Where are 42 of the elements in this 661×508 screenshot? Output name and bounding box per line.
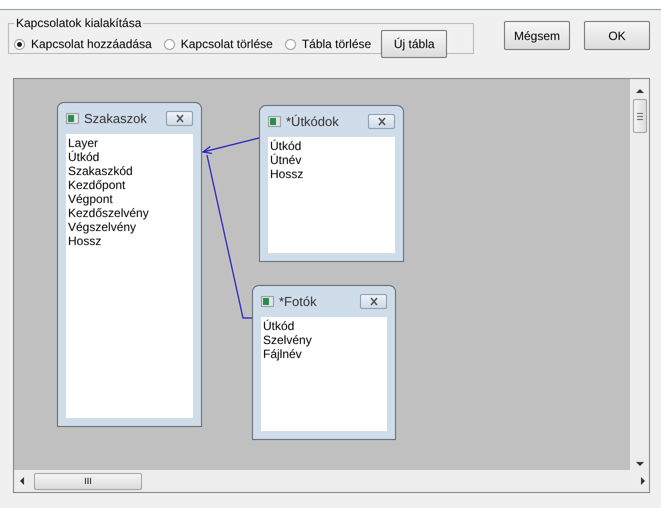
field-item[interactable]: Hossz — [270, 167, 393, 181]
field-item[interactable]: Kezdőszelvény — [68, 206, 191, 220]
field-item[interactable]: Végpont — [68, 192, 191, 206]
table-window[interactable]: Szakaszok Layer Útkód Szakaszkód Kezdőpont Végpont Kezdőszelvény Végszelvény Hossz — [57, 102, 202, 427]
field-item[interactable]: Kezdőpont — [68, 178, 191, 192]
field-item[interactable]: Hossz — [68, 234, 191, 248]
table-title: *Útkódok — [286, 114, 340, 129]
window-icon — [261, 296, 274, 307]
table-window[interactable]: *Fotók Útkód Szelvény Fájlnév — [252, 285, 396, 440]
scroll-down-icon[interactable] — [636, 462, 644, 466]
scroll-thumb[interactable]: III — [34, 472, 142, 490]
window-icon — [268, 116, 281, 127]
field-item[interactable]: Szakaszkód — [68, 164, 191, 178]
close-button[interactable] — [368, 114, 395, 129]
field-item[interactable]: Layer — [68, 136, 191, 150]
radio-label[interactable]: Kapcsolat törlése — [180, 37, 273, 51]
scroll-up-icon[interactable] — [636, 89, 644, 93]
scroll-thumb[interactable] — [632, 99, 646, 133]
scroll-left-icon[interactable] — [20, 477, 24, 485]
radio-label[interactable]: Kapcsolat hozzáadása — [31, 37, 152, 51]
window-icon — [66, 113, 79, 124]
field-item[interactable]: Útkód — [68, 150, 191, 164]
scroll-right-icon[interactable] — [641, 477, 645, 485]
group-title: Kapcsolatok kialakítása — [15, 16, 142, 30]
radio-button[interactable] — [14, 38, 25, 50]
close-button[interactable] — [360, 294, 387, 309]
radio-button[interactable] — [164, 38, 175, 50]
table-window[interactable]: *Útkódok Útkód Útnév Hossz — [259, 105, 404, 262]
field-item[interactable]: Útnév — [270, 153, 393, 167]
new-table-button[interactable]: Új tábla — [381, 30, 448, 58]
cancel-button[interactable]: Mégsem — [504, 21, 570, 50]
field-item[interactable]: Útkód — [270, 139, 393, 153]
field-item[interactable]: Útkód — [263, 319, 385, 333]
table-title: *Fotók — [279, 294, 318, 309]
field-item[interactable]: Végszelvény — [68, 220, 191, 234]
radio-label[interactable]: Tábla törlése — [302, 37, 372, 51]
field-item[interactable]: Fájlnév — [263, 347, 385, 361]
ok-button[interactable]: OK — [584, 21, 650, 50]
close-button[interactable] — [166, 111, 193, 126]
field-item[interactable]: Szelvény — [263, 333, 385, 347]
radio-button[interactable] — [284, 38, 296, 50]
table-title: Szakaszok — [84, 111, 148, 126]
